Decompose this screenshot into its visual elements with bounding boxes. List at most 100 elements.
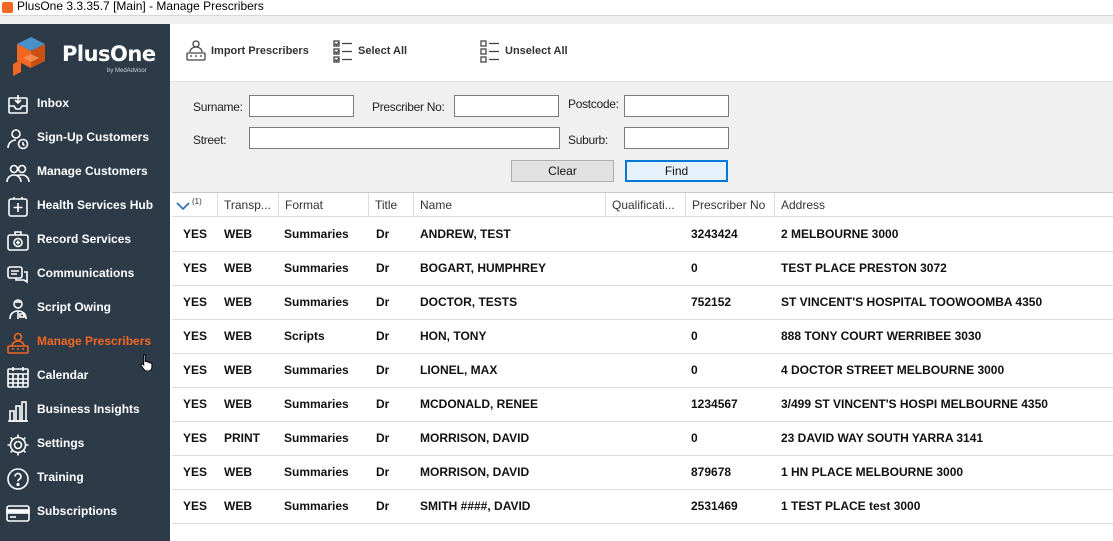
cell-active: YES (183, 431, 208, 445)
cell-format: Summaries (284, 499, 349, 513)
cell-active: YES (183, 499, 208, 513)
sidebar-item-label: Training (37, 470, 84, 484)
column-header-transport[interactable]: Transp... (218, 193, 279, 217)
cell-name: BOGART, HUMPHREY (420, 261, 547, 275)
cell-active: YES (183, 363, 208, 377)
sidebar-item-training[interactable]: Training (0, 461, 170, 495)
cell-transport: WEB (224, 499, 252, 513)
column-header-select[interactable]: (1) (172, 193, 218, 217)
find-button[interactable]: Find (625, 160, 728, 182)
cell-transport: WEB (224, 397, 252, 411)
cell-name: LIONEL, MAX (420, 363, 498, 377)
prescriber-no-input[interactable] (454, 95, 559, 117)
sidebar-item-sign-up-customers[interactable]: Sign-Up Customers (0, 121, 170, 155)
cell-transport: PRINT (224, 431, 260, 445)
cell-format: Summaries (284, 465, 349, 479)
column-header-format[interactable]: Format (279, 193, 369, 217)
surname-input[interactable] (249, 95, 354, 117)
prescriber-no-label: Prescriber No: (372, 100, 445, 114)
sort-descending-icon (176, 202, 190, 210)
cell-transport: WEB (224, 363, 252, 377)
window-title: PlusOne 3.3.35.7 [Main] - Manage Prescri… (17, 0, 264, 13)
sidebar-item-inbox[interactable]: Inbox (0, 87, 170, 121)
cell-format: Summaries (284, 295, 349, 309)
import-prescribers-button[interactable]: Import Prescribers (185, 39, 320, 63)
sidebar-item-subscriptions[interactable]: Subscriptions (0, 495, 170, 529)
table-row[interactable]: YES WEB Summaries Dr SMITH ####, DAVID 253146… (172, 490, 1113, 524)
sidebar-item-record-services[interactable]: Record Services (0, 223, 170, 257)
logo-cube-icon (13, 37, 45, 76)
question-icon (7, 468, 29, 490)
sidebar-item-label: Calendar (37, 368, 89, 382)
cell-name: DOCTOR, TESTS (420, 295, 518, 309)
column-header-name[interactable]: Name (414, 193, 606, 217)
prescribers-icon (7, 332, 29, 354)
clear-button[interactable]: Clear (511, 160, 614, 182)
table-row[interactable]: YES WEB Summaries Dr DOCTOR, TESTS 752152 ST V… (172, 286, 1113, 320)
surname-label: Surname: (193, 100, 243, 114)
street-label: Street: (193, 133, 227, 147)
cell-format: Summaries (284, 261, 349, 275)
unselect-all-button[interactable]: Unselect All (479, 39, 569, 63)
cell-title: Dr (376, 363, 390, 377)
table-row[interactable]: YES WEB Summaries Dr MCDONALD, RENEE 1234567 3… (172, 388, 1113, 422)
sidebar-item-communications[interactable]: Communications (0, 257, 170, 291)
sidebar-item-manage-customers[interactable]: Manage Customers (0, 155, 170, 189)
column-header-qualification[interactable]: Qualificati... (606, 193, 686, 217)
sidebar-item-script-owing[interactable]: Script Owing (0, 291, 170, 325)
cell-name: MORRISON, DAVID (420, 431, 530, 445)
column-header-address[interactable]: Address (775, 193, 1113, 217)
cell-title: Dr (376, 227, 390, 241)
cell-address: 1 TEST PLACE test 3000 (781, 499, 921, 513)
suburb-label: Suburb: (568, 133, 608, 147)
sidebar-item-settings[interactable]: Settings (0, 427, 170, 461)
street-input[interactable] (249, 127, 560, 149)
cell-format: Summaries (284, 227, 349, 241)
unchecked-list-icon (480, 40, 499, 63)
cell-title: Dr (376, 261, 390, 275)
table-row[interactable]: YES WEB Summaries Dr BOGART, HUMPHREY 0 TEST P… (172, 252, 1113, 286)
column-header-prescriber-no[interactable]: Prescriber No (686, 193, 775, 217)
brand-logo: PlusOne by MedAdvisor (9, 34, 159, 80)
bar-chart-icon (8, 401, 28, 422)
cell-title: Dr (376, 431, 390, 445)
cell-active: YES (183, 261, 208, 275)
table-row[interactable]: YES PRINT Summaries Dr MORRISON, DAVID 0 23 DA… (172, 422, 1113, 456)
cell-transport: WEB (224, 261, 252, 275)
cell-prescriber-no: 2531469 (691, 499, 738, 513)
postcode-input[interactable] (624, 95, 729, 117)
cell-title: Dr (376, 465, 390, 479)
credit-card-icon (6, 505, 30, 522)
table-row[interactable]: YES WEB Summaries Dr ANDREW, TEST 3243424 2 ME… (172, 218, 1113, 252)
health-plus-icon (8, 197, 28, 217)
suburb-input[interactable] (624, 127, 729, 149)
window-titlebar: PlusOne 3.3.35.7 [Main] - Manage Prescri… (0, 0, 1113, 16)
cell-prescriber-no: 879678 (691, 465, 732, 479)
cell-active: YES (183, 227, 208, 241)
import-prescribers-icon (186, 40, 206, 61)
cell-active: YES (183, 295, 208, 309)
cell-address: 888 TONY COURT WERRIBEE 3030 (781, 329, 982, 343)
sidebar-item-label: Settings (37, 436, 85, 450)
table-row[interactable]: YES WEB Summaries Dr MORRISON, DAVID 879678 1 … (172, 456, 1113, 490)
cell-transport: WEB (224, 295, 252, 309)
prescribers-table: (1) Transp... Format Title Name Qualific… (172, 192, 1113, 541)
sidebar-item-label: Communications (37, 266, 135, 280)
cell-address: 23 DAVID WAY SOUTH YARRA 3141 (781, 431, 984, 445)
select-all-button[interactable]: Select All (332, 39, 412, 63)
sort-count: (1) (192, 197, 202, 206)
cell-prescriber-no: 752152 (691, 295, 732, 309)
sidebar-item-health-services-hub[interactable]: Health Services Hub (0, 189, 170, 223)
logo-wordmark: PlusOne (62, 42, 156, 66)
column-header-title[interactable]: Title (369, 193, 414, 217)
table-row[interactable]: YES WEB Summaries Dr LIONEL, MAX 0 4 DOCTOR ST… (172, 354, 1113, 388)
cell-format: Scripts (284, 329, 325, 343)
sidebar-item-business-insights[interactable]: Business Insights (0, 393, 170, 427)
table-row[interactable]: YES WEB Scripts Dr HON, TONY 0 888 TONY COURT … (172, 320, 1113, 354)
import-prescribers-label: Import Prescribers (211, 45, 309, 57)
search-filters: Surname: Prescriber No: Postcode: Street… (170, 82, 1113, 192)
cell-address: 4 DOCTOR STREET MELBOURNE 3000 (781, 363, 1005, 377)
sidebar-item-label: Manage Customers (37, 164, 148, 178)
checklist-icon (333, 40, 352, 63)
app-icon (2, 2, 13, 13)
